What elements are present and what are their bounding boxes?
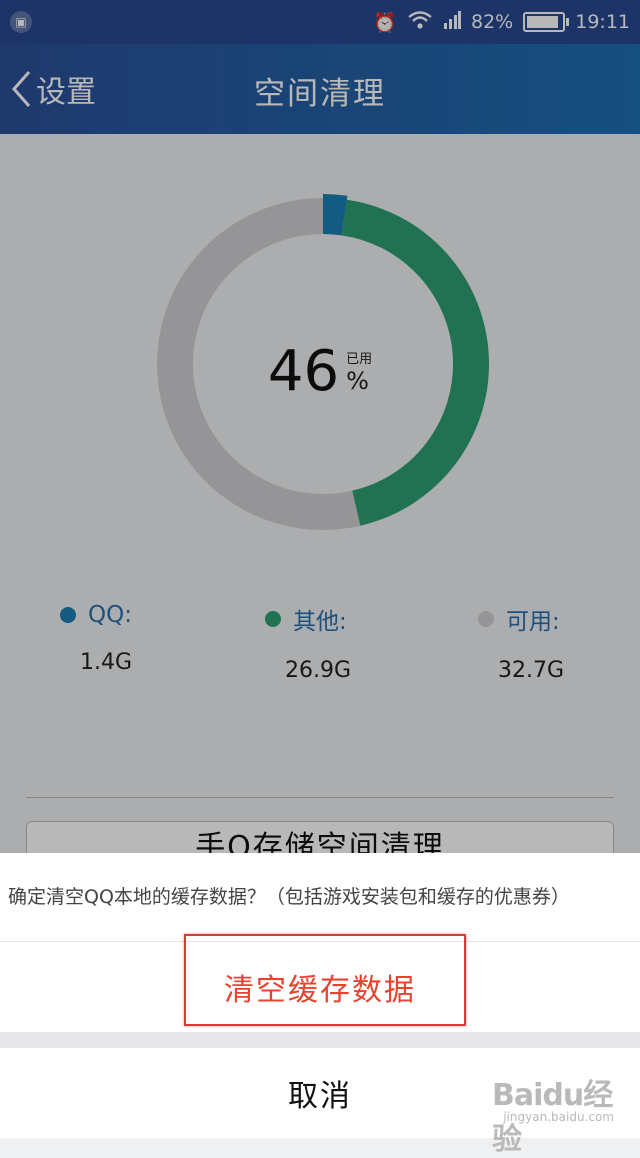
baidu-watermark: Baidu经验 jingyan.baidu.com — [492, 1070, 622, 1157]
clear-cache-button[interactable]: 清空缓存数据 — [0, 942, 640, 1032]
sheet-gap — [0, 1032, 640, 1048]
watermark-sub: jingyan.baidu.com — [503, 1110, 614, 1124]
confirm-message: 确定清空QQ本地的缓存数据？（包括游戏安装包和缓存的优惠券） — [8, 886, 570, 908]
